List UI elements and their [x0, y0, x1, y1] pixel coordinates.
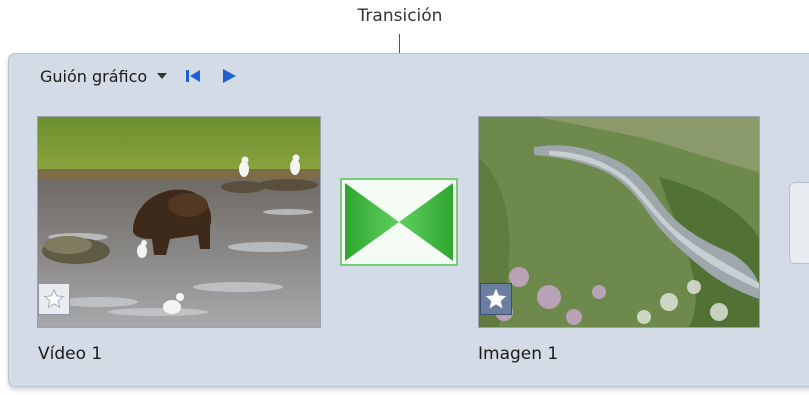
star-badge[interactable]: [38, 283, 70, 315]
stream-landscape-image: [479, 117, 759, 327]
transition-callout-label: Transición: [357, 6, 443, 26]
transition-tile[interactable]: [340, 178, 458, 266]
transition-crossfade-icon: [342, 180, 456, 264]
star-badge[interactable]: [480, 283, 512, 315]
storyboard-toolbar: Guión gráfico: [40, 64, 237, 88]
image-clip-caption: Imagen 1: [478, 344, 559, 364]
bear-river-image: [38, 117, 320, 327]
star-icon: [485, 288, 507, 309]
skip-to-start-icon[interactable]: [185, 69, 201, 83]
chevron-down-icon[interactable]: [156, 71, 168, 81]
storyboard-view-label[interactable]: Guión gráfico: [40, 67, 147, 86]
play-icon[interactable]: [221, 68, 237, 84]
video-clip-thumbnail[interactable]: [37, 116, 321, 328]
video-clip-caption: Vídeo 1: [38, 344, 103, 364]
next-item-edge[interactable]: [789, 182, 809, 264]
star-icon: [43, 288, 65, 309]
image-clip-thumbnail[interactable]: [478, 116, 760, 328]
